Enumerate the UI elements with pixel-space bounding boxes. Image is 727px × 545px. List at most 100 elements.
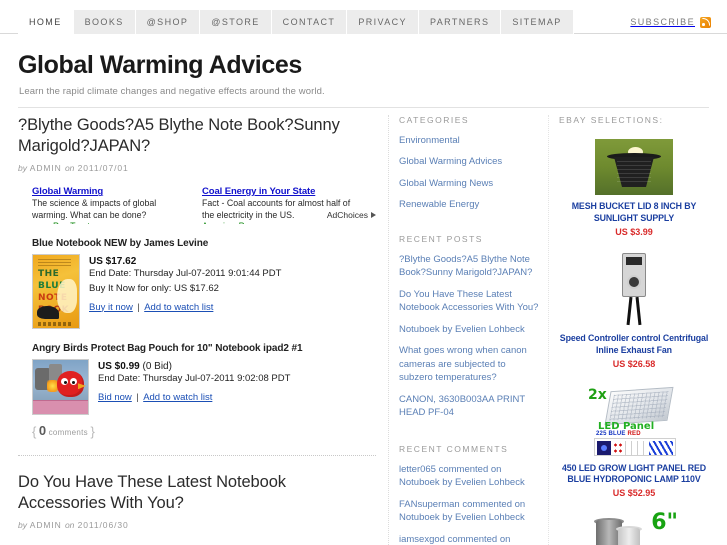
ebay-product-name[interactable]: Speed Controller control Centrifugal Inl… [559, 333, 709, 357]
sidebar-link-global-warming-advices[interactable]: Global Warming Advices [399, 155, 539, 168]
site-header: Global Warming Advices Learn the rapid c… [0, 34, 727, 97]
listing-thumbnail-blue-notebook[interactable]: THE BLUE NOTE BOOK [32, 254, 80, 330]
nav-item-store[interactable]: @STORE [200, 10, 272, 34]
nav-item-books[interactable]: BOOKS [73, 10, 136, 34]
post-meta-by: by [18, 520, 27, 531]
nav-item-shop[interactable]: @SHOP [135, 10, 201, 34]
top-navigation-bar: HOME BOOKS @SHOP @STORE CONTACT PRIVACY … [0, 0, 727, 34]
recent-post-link[interactable]: Notuboek by Evelien Lohbeck [399, 323, 539, 336]
post-meta-author[interactable]: ADMIN [30, 520, 62, 530]
recent-post-link[interactable]: What goes wrong when canon cameras are s… [399, 344, 539, 384]
main-nav: HOME BOOKS @SHOP @STORE CONTACT PRIVACY … [18, 10, 574, 34]
ad-unit[interactable]: Global Warming The science & impacts of … [32, 186, 192, 224]
recent-comment-link[interactable]: letter065 commented on Notuboek by Eveli… [399, 463, 539, 490]
widget-title: Categories [399, 115, 470, 125]
rss-icon [700, 16, 711, 28]
subscribe-link[interactable]: SUBSCRIBE [630, 10, 711, 34]
ebay-column-title: eBay Selections: [559, 115, 664, 125]
nav-item-privacy[interactable]: PRIVACY [347, 10, 419, 34]
ad-url: AmericasPower.org [202, 221, 362, 224]
fan-art-size-label: 6" [651, 512, 678, 536]
ad-title-link[interactable]: Coal Energy in Your State [202, 186, 362, 197]
google-ads-block: Global Warming The science & impacts of … [32, 186, 376, 224]
content-area: ?Blythe Goods?A5 Blythe Note Book?Sunny … [0, 115, 727, 545]
book-cover-art: THE BLUE NOTE BOOK [33, 255, 79, 329]
ebay-product-price: US $3.99 [615, 226, 653, 237]
comments-word: comments [48, 428, 88, 438]
ebay-product-name[interactable]: 450 LED GROW LIGHT PANEL RED BLUE HYDROP… [559, 463, 709, 487]
site-tagline: Learn the rapid climate changes and nega… [19, 85, 325, 97]
post-meta: by ADMIN on 2011/07/01 [18, 163, 376, 173]
angry-birds-art [33, 360, 88, 415]
post-article: Do You Have These Latest Notebook Access… [18, 472, 376, 530]
post-meta-author[interactable]: ADMIN [30, 163, 62, 173]
list-item: What goes wrong when canon cameras are s… [399, 344, 539, 384]
nav-item-sitemap[interactable]: SITEMAP [501, 10, 574, 34]
listing-end-date: End Date: Thursday Jul-07-2011 9:02:08 P… [98, 373, 291, 385]
sidebar-link-global-warming-news[interactable]: Global Warming News [399, 177, 539, 190]
ad-title-link[interactable]: Global Warming [32, 186, 192, 197]
header-divider [18, 107, 709, 108]
book-art-word: THE [38, 269, 60, 280]
post-divider [18, 455, 376, 457]
comments-count[interactable]: { 0 comments } [32, 423, 376, 439]
listing-thumbnail-angry-birds[interactable] [32, 359, 89, 416]
buy-it-now-link[interactable]: Buy it now [89, 302, 133, 313]
post-meta: by ADMIN on 2011/06/30 [18, 520, 376, 530]
ebay-product-item[interactable]: MESH BUCKET LID 8 INCH BY SUNLIGHT SUPPL… [559, 139, 709, 237]
ebay-listing: Blue Notebook NEW by James Levine THE BL… [32, 238, 376, 330]
comments-number: 0 [38, 423, 47, 439]
list-item: iamsexgod commented on [399, 533, 539, 545]
ebay-product-item[interactable]: Speed Controller control Centrifugal Inl… [559, 250, 709, 369]
listing-actions: Buy it now | Add to watch list [89, 297, 376, 315]
recent-comments-list: letter065 commented on Notuboek by Eveli… [399, 463, 539, 545]
ebay-product-item[interactable]: 6" [559, 512, 709, 545]
add-to-watch-list-link[interactable]: Add to watch list [143, 392, 212, 403]
column-divider [388, 115, 389, 545]
led-art-panel-sublabel: 225 BLUE RED [596, 430, 641, 437]
listing-heading[interactable]: Blue Notebook NEW by James Levine [32, 238, 376, 249]
listing-price-value: US $0.99 [98, 361, 140, 373]
widget-recent-posts: Recent Posts ?Blythe Goods?A5 Blythe Not… [399, 234, 539, 420]
adchoices-label: AdChoices [326, 210, 368, 221]
list-item: CANON, 3630B003AA PRINT HEAD PF-04 [399, 393, 539, 420]
list-item: Environmental [399, 134, 539, 147]
nav-item-contact[interactable]: CONTACT [271, 10, 348, 34]
ebay-product-name[interactable]: MESH BUCKET LID 8 INCH BY SUNLIGHT SUPPL… [559, 201, 709, 225]
recent-post-link[interactable]: Do You Have These Latest Notebook Access… [399, 288, 539, 315]
speed-controller-image[interactable] [614, 250, 654, 327]
recent-post-link[interactable]: ?Blythe Goods?A5 Blythe Note Book?Sunny … [399, 253, 539, 280]
bid-now-link[interactable]: Bid now [98, 392, 132, 403]
ad-url: www.PewTrusts.org [32, 221, 192, 224]
adchoices-button[interactable]: AdChoices [327, 210, 376, 220]
column-divider [548, 115, 549, 545]
ebay-product-item[interactable]: 2x LED Panel 225 BLUE RED 450 LED GROW L… [559, 382, 709, 499]
recent-comment-link[interactable]: FANsuperman commented on Notuboek by Eve… [399, 498, 539, 525]
post-title[interactable]: ?Blythe Goods?A5 Blythe Note Book?Sunny … [18, 115, 376, 157]
post-title[interactable]: Do You Have These Latest Notebook Access… [18, 472, 376, 514]
list-item: Global Warming News [399, 177, 539, 190]
post-meta-on: on [64, 163, 75, 174]
ebay-listing: Angry Birds Protect Bag Pouch for 10" No… [32, 343, 376, 416]
recent-comment-link[interactable]: iamsexgod commented on [399, 533, 539, 545]
mesh-bucket-image[interactable] [595, 139, 673, 195]
list-item: Global Warming Advices [399, 155, 539, 168]
sidebar-link-environmental[interactable]: Environmental [399, 134, 539, 147]
site-title[interactable]: Global Warming Advices [18, 51, 709, 80]
nav-item-home[interactable]: HOME [18, 10, 74, 34]
ebay-product-price: US $52.95 [612, 488, 656, 499]
action-separator: | [137, 301, 140, 313]
post-meta-date: 2011/07/01 [77, 163, 129, 174]
add-to-watch-list-link[interactable]: Add to watch list [144, 302, 213, 313]
led-grow-light-panel-image[interactable]: 2x LED Panel 225 BLUE RED [586, 382, 682, 457]
listing-heading[interactable]: Angry Birds Protect Bag Pouch for 10" No… [32, 343, 376, 354]
recent-post-link[interactable]: CANON, 3630B003AA PRINT HEAD PF-04 [399, 393, 539, 420]
categories-list: Environmental Global Warming Advices Glo… [399, 134, 539, 212]
inline-duct-fan-image[interactable]: 6" [586, 512, 682, 545]
widget-title: Recent Posts [399, 233, 483, 244]
ebay-selections-column: eBay Selections: MESH BUCKET LID 8 INCH … [559, 115, 709, 545]
sidebar-link-renewable-energy[interactable]: Renewable Energy [399, 198, 539, 211]
nav-item-partners[interactable]: PARTNERS [418, 10, 502, 34]
list-item: Do You Have These Latest Notebook Access… [399, 288, 539, 315]
recent-posts-list: ?Blythe Goods?A5 Blythe Note Book?Sunny … [399, 253, 539, 420]
